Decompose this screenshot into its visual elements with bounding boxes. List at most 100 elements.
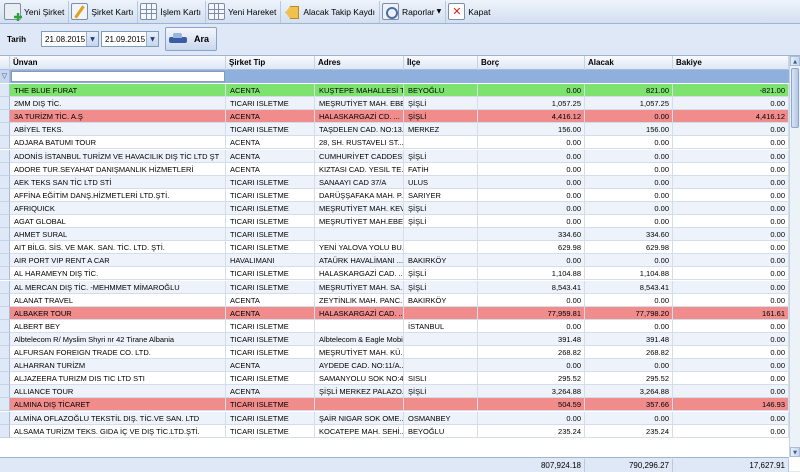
end-date-picker[interactable]: 21.09.2015 ▼ (101, 31, 159, 47)
col-bakiye-cell[interactable]: 0.00 (673, 228, 789, 242)
col-sirket-tip-cell[interactable]: ACENTA (226, 110, 315, 124)
col-unvan-cell[interactable]: ALBAKER TOUR (10, 306, 226, 320)
col-alacak-cell[interactable]: 0.00 (585, 162, 673, 176)
col-alacak-cell[interactable]: 268.82 (585, 346, 673, 359)
col-borc-cell[interactable]: 4,416.12 (478, 110, 585, 124)
table-row[interactable]: ALBERT BEY TICARI ISLETME İSTANBUL 0.00 0.00… (0, 319, 789, 333)
table-row[interactable]: ALLIANCE TOUR ACENTA ŞİŞLİ MERKEZ PALAZO..… (0, 385, 789, 399)
col-ilce-cell[interactable]: ULUS (404, 175, 478, 189)
row-indicator[interactable] (0, 215, 10, 228)
col-unvan-cell[interactable]: ALFURSAN FOREIGN TRADE CO. LTD. (10, 346, 226, 359)
col-bakiye-cell[interactable]: 0.00 (673, 188, 789, 202)
col-alacak-cell[interactable]: 8,543.41 (585, 280, 673, 294)
col-unvan-cell[interactable]: ADONİS İSTANBUL TURİZM VE HAVACILIK DIŞ … (10, 149, 226, 163)
row-indicator[interactable] (0, 149, 10, 163)
col-bakiye-cell[interactable]: 0.00 (673, 293, 789, 307)
col-borc-cell[interactable]: 629.98 (478, 241, 585, 255)
col-borc-header[interactable]: Borç (478, 56, 585, 70)
col-adres-header[interactable]: Adres (315, 56, 404, 70)
col-unvan-cell[interactable]: 3A TURİZM TİC. A.Ş (10, 110, 226, 124)
col-bakiye-cell[interactable]: 0.00 (673, 241, 789, 255)
col-borc-cell[interactable]: 0.00 (478, 411, 585, 425)
col-bakiye-cell[interactable]: 0.00 (673, 254, 789, 268)
calendar-dropdown-icon[interactable]: ▼ (146, 32, 158, 46)
col-alacak-cell[interactable]: 1,104.88 (585, 267, 673, 281)
col-borc-cell[interactable]: 0.00 (478, 201, 585, 215)
col-borc-cell[interactable]: 0.00 (478, 162, 585, 176)
col-borc-cell[interactable]: 77,959.81 (478, 306, 585, 320)
col-adres-cell[interactable]: ŞİŞLİ MERKEZ PALAZO... (315, 385, 404, 399)
row-indicator[interactable] (0, 346, 10, 359)
col-alacak-cell[interactable]: 156.00 (585, 123, 673, 137)
col-alacak-cell[interactable]: 0.00 (585, 359, 673, 373)
col-unvan-cell[interactable]: ALBERT BEY (10, 319, 226, 333)
col-bakiye-cell[interactable]: 4,416.12 (673, 110, 789, 124)
col-sirket-tip-cell[interactable]: TICARI ISLETME (226, 280, 315, 294)
col-borc-cell[interactable]: 295.52 (478, 372, 585, 386)
col-sirket-tip-header[interactable]: Şirket Tip (226, 56, 315, 70)
col-ilce-cell[interactable] (404, 332, 478, 346)
row-indicator[interactable] (0, 97, 10, 111)
col-adres-cell[interactable]: TAŞDELEN CAD. NO:13... (315, 123, 404, 137)
col-sirket-tip-cell[interactable]: ACENTA (226, 162, 315, 176)
vertical-scrollbar[interactable]: ▲ ▼ (789, 56, 800, 457)
receivable-record-button[interactable]: Alacak Takip Kaydı (281, 0, 381, 23)
col-ilce-cell[interactable]: ŞİŞLİ (404, 110, 478, 124)
filter-input[interactable] (11, 71, 225, 82)
col-alacak-cell[interactable]: 0.00 (585, 215, 673, 228)
col-alacak-cell[interactable]: 77,798.20 (585, 306, 673, 320)
col-bakiye-cell[interactable]: 0.00 (673, 149, 789, 163)
col-adres-cell[interactable]: AYDEDE CAD. NO:11/A... (315, 359, 404, 373)
col-ilce-cell[interactable]: ŞİŞLİ (404, 280, 478, 294)
col-sirket-tip-cell[interactable]: ACENTA (226, 136, 315, 150)
col-alacak-cell[interactable]: 235.24 (585, 424, 673, 438)
new-company-button[interactable]: Yeni Şirket (2, 0, 70, 23)
col-alacak-cell[interactable]: 0.00 (585, 188, 673, 202)
col-ilce-cell[interactable] (404, 241, 478, 255)
company-card-button[interactable]: Şirket Kartı (69, 0, 139, 23)
col-ilce-cell[interactable] (404, 398, 478, 412)
row-indicator[interactable] (0, 398, 10, 412)
table-row[interactable]: ALSAMA TURİZM TEKS. GIDA İÇ VE DIŞ TİC.L… (0, 424, 789, 438)
reports-dropdown[interactable]: Raporlar ▼ (380, 0, 447, 23)
row-indicator[interactable] (0, 123, 10, 137)
col-unvan-cell[interactable]: AL HARAMEYN DIŞ TİC. (10, 267, 226, 281)
col-alacak-cell[interactable]: 629.98 (585, 241, 673, 255)
table-row[interactable]: THE BLUE FURAT ACENTA KUŞTEPE MAHALLESİ T.… (0, 84, 789, 97)
col-adres-cell[interactable]: MEŞRUTİYET MAH. SA... (315, 280, 404, 294)
row-indicator[interactable] (0, 267, 10, 281)
col-unvan-cell[interactable]: THE BLUE FURAT (10, 84, 226, 97)
col-ilce-cell[interactable]: ŞİŞLİ (404, 97, 478, 111)
col-adres-cell[interactable]: ZEYTİNLIK MAH. PANC... (315, 293, 404, 307)
row-indicator[interactable] (0, 175, 10, 189)
col-alacak-cell[interactable]: 391.48 (585, 332, 673, 346)
col-adres-cell[interactable]: Albtelecom & Eagle Mobile (315, 332, 404, 346)
col-adres-cell[interactable]: SANAAYI CAD 37/A (315, 175, 404, 189)
row-indicator[interactable] (0, 188, 10, 202)
col-unvan-cell[interactable]: AL MERCAN DIŞ TİC. -MEHMMET MİMAROĞLU (10, 280, 226, 294)
col-borc-cell[interactable]: 0.00 (478, 215, 585, 228)
col-borc-cell[interactable]: 0.00 (478, 136, 585, 150)
table-row[interactable]: ALMİNA OFLAZOĞLU TEKSTİL DIŞ. TİC.VE SAN… (0, 411, 789, 425)
col-bakiye-cell[interactable]: 0.00 (673, 385, 789, 399)
col-borc-cell[interactable]: 0.00 (478, 84, 585, 97)
col-bakiye-cell[interactable]: 0.00 (673, 175, 789, 189)
col-sirket-tip-cell[interactable]: TICARI ISLETME (226, 346, 315, 359)
col-alacak-cell[interactable]: 0.00 (585, 319, 673, 333)
col-adres-cell[interactable]: DARÜŞŞAFAKA MAH. P... (315, 188, 404, 202)
table-row[interactable]: ADJARA BATUMI TOUR ACENTA 28, SH. RUSTAVEL… (0, 136, 789, 150)
table-row[interactable]: ALMINA DIŞ TİCARET TICARI ISLETME 504.59 35… (0, 398, 789, 412)
col-sirket-tip-cell[interactable]: TICARI ISLETME (226, 319, 315, 333)
col-bakiye-cell[interactable]: 0.00 (673, 162, 789, 176)
col-alacak-cell[interactable]: 1,057.25 (585, 97, 673, 111)
col-adres-cell[interactable]: CUMHURİYET CADDESİ... (315, 149, 404, 163)
col-unvan-cell[interactable]: AFRIQUICK (10, 201, 226, 215)
table-row[interactable]: ALJAZEERA TURIZM DIS TIC LTD STI TICARI I… (0, 372, 789, 386)
col-borc-cell[interactable]: 0.00 (478, 175, 585, 189)
col-bakiye-cell[interactable]: 0.00 (673, 267, 789, 281)
table-row[interactable]: AFFİNA EĞİTİM DANŞ.HİZMETLERİ LTD.ŞTİ. TI… (0, 188, 789, 202)
table-row[interactable]: 2MM DIŞ TİC. TICARI ISLETME MEŞRUTİYET MAH… (0, 97, 789, 111)
col-unvan-cell[interactable]: ADJARA BATUMI TOUR (10, 136, 226, 150)
col-sirket-tip-cell[interactable]: TICARI ISLETME (226, 398, 315, 412)
col-ilce-cell[interactable] (404, 136, 478, 150)
